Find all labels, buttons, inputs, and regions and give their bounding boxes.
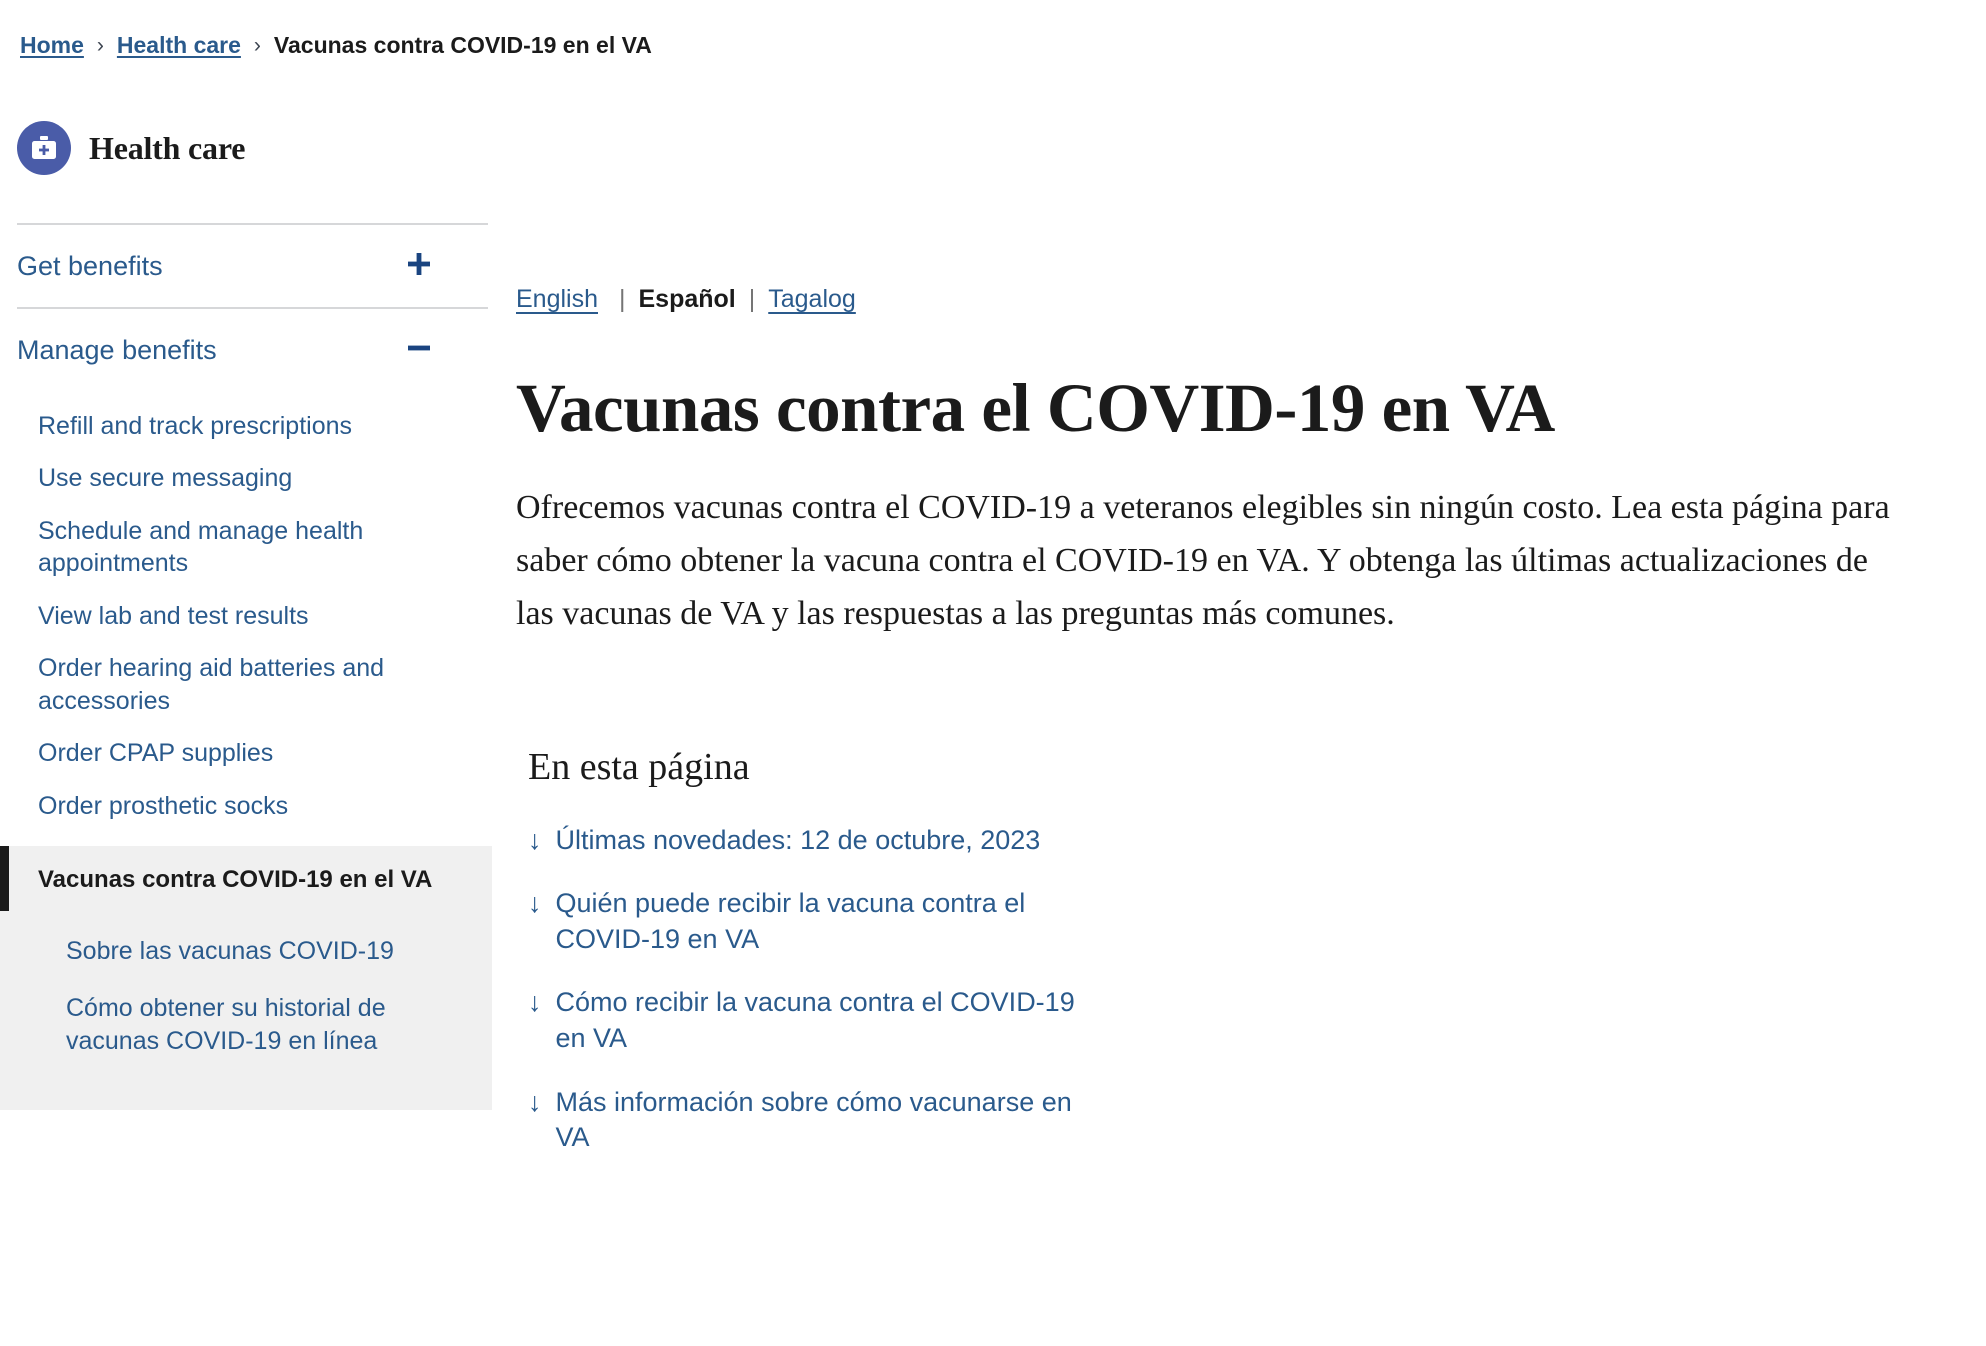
sidebar-submenu-manage-benefits: Refill and track prescriptions Use secur… <box>0 392 492 1111</box>
sidebar-accordion-label-get-benefits: Get benefits <box>17 251 163 281</box>
list-item: ↓ Últimas novedades: 12 de octubre, 2023 <box>516 823 1986 859</box>
anchor-link-how-to-get-vaccine[interactable]: Cómo recibir la vacuna contra el COVID-1… <box>556 985 1096 1056</box>
arrow-down-icon: ↓ <box>528 1086 542 1117</box>
sidebar-brand: Health care <box>0 121 492 175</box>
sidebar-accordion-manage-benefits[interactable]: Manage benefits <box>0 309 492 391</box>
list-item: ↓ Quién puede recibir la vacuna contra e… <box>516 886 1986 957</box>
minus-icon[interactable] <box>406 335 432 366</box>
list-item: ↓ Más información sobre cómo vacunarse e… <box>516 1085 1986 1156</box>
breadcrumb-separator: › <box>96 33 104 57</box>
sidebar-accordion-get-benefits[interactable]: Get benefits <box>0 225 492 307</box>
breadcrumb-item-health-care[interactable]: Health care <box>117 32 241 59</box>
list-item: ↓ Cómo recibir la vacuna contra el COVID… <box>516 985 1986 1056</box>
sidebar-item-hearing-aid-batteries[interactable]: Order hearing aid batteries and accessor… <box>0 642 420 727</box>
anchor-link-who-can-get-vaccine[interactable]: Quién puede recibir la vacuna contra el … <box>556 886 1096 957</box>
breadcrumb-item-home[interactable]: Home <box>20 32 84 59</box>
main-content: English | Español | Tagalog Vacunas cont… <box>492 59 1986 1184</box>
sidebar-nested-list: Sobre las vacunas COVID-19 Cómo obtener … <box>0 911 492 1111</box>
sidebar-brand-label: Health care <box>89 129 246 166</box>
medical-bag-icon <box>17 121 71 175</box>
breadcrumb-separator: › <box>253 33 261 57</box>
sidebar-accordion-label-manage-benefits: Manage benefits <box>17 335 217 366</box>
page-body: Health care Get benefits Manage benefits <box>0 59 1986 1184</box>
language-link-english[interactable]: English <box>516 285 606 314</box>
sidebar: Health care Get benefits Manage benefits <box>0 59 492 1111</box>
on-this-page-list: ↓ Últimas novedades: 12 de octubre, 2023… <box>516 823 1986 1156</box>
sidebar-item-prosthetic-socks[interactable]: Order prosthetic socks <box>0 780 420 833</box>
plus-icon[interactable] <box>406 251 432 282</box>
anchor-link-latest-updates[interactable]: Últimas novedades: 12 de octubre, 2023 <box>556 823 1041 859</box>
breadcrumb: Home › Health care › Vacunas contra COVI… <box>0 0 1986 59</box>
sidebar-item-about-covid-vaccines[interactable]: Sobre las vacunas COVID-19 <box>0 923 492 980</box>
anchor-link-more-information[interactable]: Más información sobre cómo vacunarse en … <box>556 1085 1096 1156</box>
sidebar-item-refill-prescriptions[interactable]: Refill and track prescriptions <box>0 400 420 453</box>
language-separator: | <box>619 285 626 313</box>
intro-paragraph: Ofrecemos vacunas contra el COVID-19 a v… <box>516 489 1890 632</box>
arrow-down-icon: ↓ <box>528 824 542 855</box>
on-this-page-heading: En esta página <box>528 745 750 788</box>
sidebar-item-lab-test-results[interactable]: View lab and test results <box>0 590 420 643</box>
sidebar-item-health-appointments[interactable]: Schedule and manage health appointments <box>0 505 420 590</box>
breadcrumb-item-current: Vacunas contra COVID-19 en el VA <box>273 32 652 58</box>
sidebar-item-secure-messaging[interactable]: Use secure messaging <box>0 452 420 505</box>
page-title: Vacunas contra el COVID-19 en VA <box>516 370 1555 446</box>
sidebar-item-cpap-supplies[interactable]: Order CPAP supplies <box>0 727 420 780</box>
language-current-spanish: Español <box>638 285 736 313</box>
sidebar-item-covid-vaccines-current[interactable]: Vacunas contra COVID-19 en el VA <box>0 846 492 912</box>
sidebar-item-vaccine-records-online[interactable]: Cómo obtener su historial de vacunas COV… <box>0 980 492 1070</box>
arrow-down-icon: ↓ <box>528 888 542 919</box>
language-link-tagalog[interactable]: Tagalog <box>768 285 856 314</box>
language-separator: | <box>748 285 756 313</box>
arrow-down-icon: ↓ <box>528 987 542 1018</box>
language-selector: English | Español | Tagalog <box>516 285 1986 314</box>
